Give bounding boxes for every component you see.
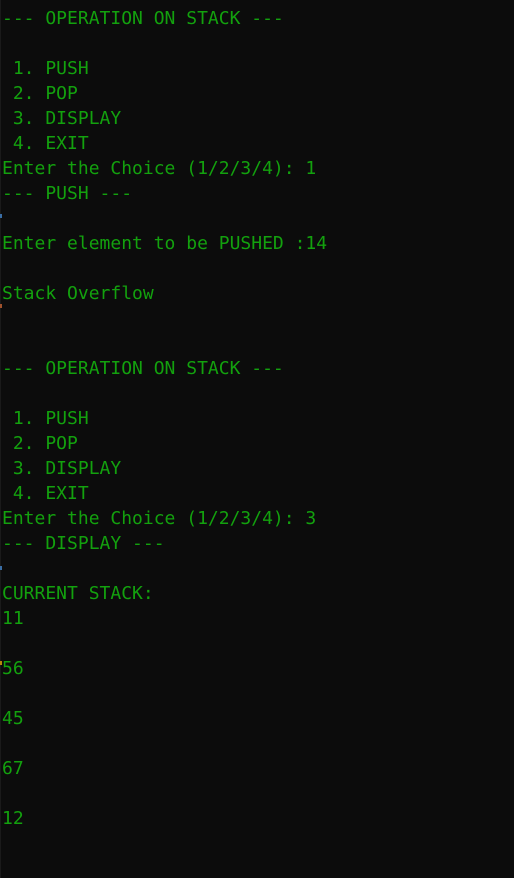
terminal-line: 2. POP: [2, 433, 78, 454]
terminal-line: Enter element to be PUSHED :14: [2, 233, 328, 254]
terminal-line: --- PUSH ---: [2, 183, 133, 204]
terminal-line: 3. DISPLAY: [2, 458, 122, 479]
terminal-line: 4. EXIT: [2, 483, 89, 504]
terminal-line: 1. PUSH: [2, 408, 89, 429]
terminal-line: 11: [2, 608, 24, 629]
terminal-line: 45: [2, 708, 24, 729]
terminal-line: 4. EXIT: [2, 133, 89, 154]
terminal-line: 56: [2, 658, 24, 679]
terminal-line: 3. DISPLAY: [2, 108, 122, 129]
terminal-line: --- OPERATION ON STACK ---: [2, 358, 284, 379]
terminal-line: --- OPERATION ON STACK ---: [2, 8, 284, 29]
terminal-lines: --- OPERATION ON STACK --- 1. PUSH 2. PO…: [2, 6, 514, 831]
terminal-line: Stack Overflow: [2, 283, 154, 304]
edge-marker: [0, 304, 2, 308]
terminal-line: Enter the Choice (1/2/3/4): 3: [2, 508, 317, 529]
terminal-output: --- OPERATION ON STACK --- 1. PUSH 2. PO…: [0, 0, 514, 878]
terminal-line: 2. POP: [2, 83, 78, 104]
terminal-line: 12: [2, 808, 24, 829]
terminal-line: CURRENT STACK:: [2, 583, 154, 604]
terminal-line: 67: [2, 758, 24, 779]
edge-marker: [0, 214, 2, 218]
terminal-left-edge: [0, 0, 1, 878]
edge-marker: [0, 661, 2, 665]
terminal-line: 1. PUSH: [2, 58, 89, 79]
terminal-line: --- DISPLAY ---: [2, 533, 165, 554]
terminal-line: Enter the Choice (1/2/3/4): 1: [2, 158, 317, 179]
edge-marker: [0, 566, 2, 570]
